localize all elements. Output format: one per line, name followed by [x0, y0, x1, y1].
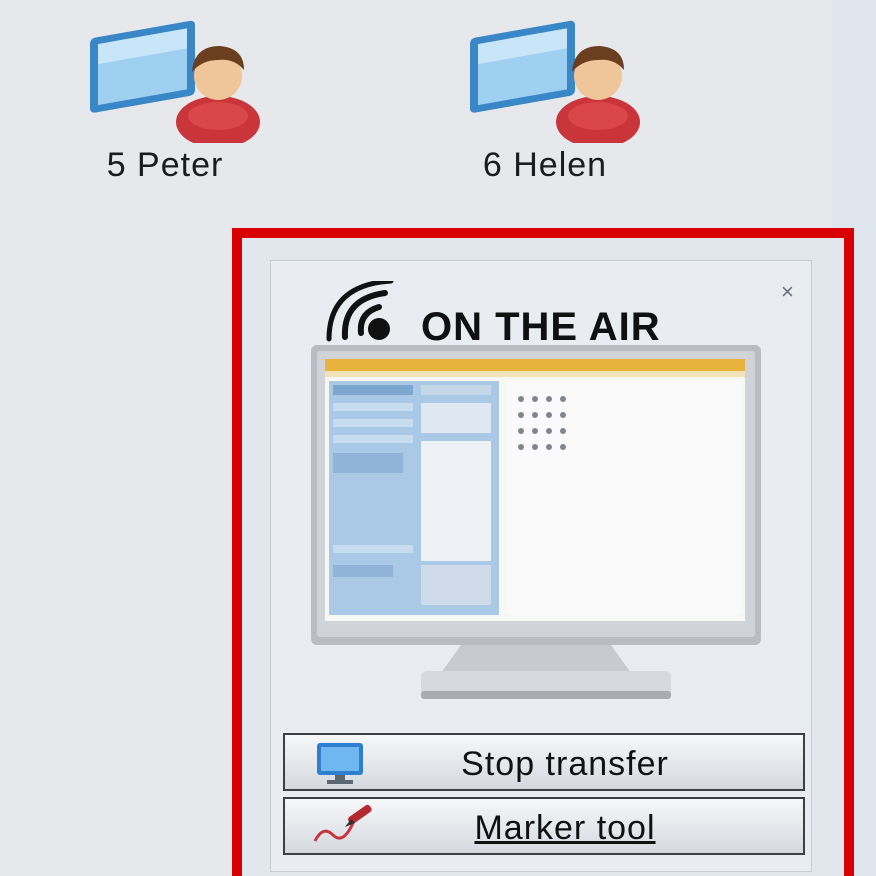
panel-title: ON THE AIR — [421, 305, 661, 349]
user-monitor-icon — [90, 20, 260, 143]
user-tile-helen[interactable]: 6 Helen — [450, 8, 640, 198]
monitor-preview-icon — [311, 345, 761, 699]
marker-tool-label: Marker tool — [474, 809, 656, 847]
stop-transfer-label: Stop transfer — [461, 745, 669, 783]
broadcast-icon — [326, 281, 394, 342]
on-the-air-panel: × ON THE AIR Stop transfer Marker tool — [270, 260, 812, 872]
marker-tool-button[interactable]: Marker tool — [283, 797, 805, 855]
close-icon[interactable]: × — [781, 281, 794, 303]
user-tile-peter[interactable]: 5 Peter — [70, 8, 260, 198]
user-label: 5 Peter — [106, 146, 224, 184]
stop-transfer-button[interactable]: Stop transfer — [283, 733, 805, 791]
marker-pen-icon — [313, 805, 372, 842]
user-label: 6 Helen — [482, 146, 608, 184]
screen-transfer-icon — [317, 743, 363, 784]
user-monitor-icon — [470, 20, 640, 143]
highlight-frame: × ON THE AIR Stop transfer Marker tool — [232, 228, 854, 876]
